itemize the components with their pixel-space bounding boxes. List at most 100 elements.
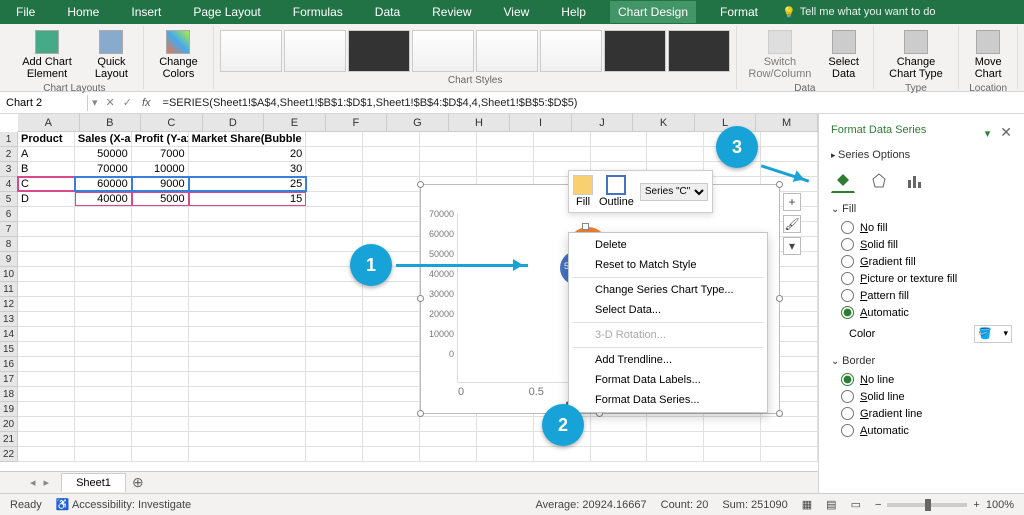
cell[interactable] (477, 162, 534, 176)
border-section[interactable]: Border (831, 355, 1012, 367)
col-header[interactable]: D (203, 114, 265, 131)
cancel-icon[interactable]: ✕ (102, 96, 119, 109)
col-header[interactable]: C (141, 114, 203, 131)
switch-row-column-button[interactable]: Switch Row/Column (743, 28, 817, 82)
tab-data[interactable]: Data (367, 1, 408, 23)
cell[interactable] (189, 252, 307, 266)
row-header[interactable]: 3 (0, 162, 17, 177)
row-header[interactable]: 20 (0, 417, 17, 432)
view-page-layout-icon[interactable]: ▤ (826, 498, 836, 511)
cell[interactable] (306, 282, 363, 296)
cell[interactable] (132, 312, 189, 326)
cell[interactable] (306, 342, 363, 356)
cell[interactable] (132, 402, 189, 416)
series-select[interactable]: Series "C" (640, 183, 708, 201)
cell[interactable] (75, 357, 132, 371)
cell[interactable] (75, 207, 132, 221)
zoom-out-icon[interactable]: − (875, 499, 881, 511)
chart-styles-gallery[interactable] (220, 28, 730, 74)
cell[interactable] (420, 447, 477, 461)
cell[interactable] (18, 372, 75, 386)
select-data-button[interactable]: Select Data (821, 28, 867, 82)
cell[interactable] (704, 417, 761, 431)
zoom-slider[interactable] (887, 503, 967, 507)
tab-formulas[interactable]: Formulas (285, 1, 351, 23)
outline-button[interactable]: Outline (599, 175, 634, 208)
cell[interactable] (132, 432, 189, 446)
row-header[interactable]: 21 (0, 432, 17, 447)
cell[interactable] (132, 252, 189, 266)
row-header[interactable]: 22 (0, 447, 17, 462)
cell[interactable] (363, 297, 420, 311)
cell[interactable]: B (18, 162, 75, 176)
row-header[interactable]: 13 (0, 312, 17, 327)
cell[interactable] (306, 387, 363, 401)
cell[interactable] (477, 147, 534, 161)
cell[interactable] (18, 297, 75, 311)
cell[interactable]: 20 (189, 147, 307, 161)
row-header[interactable]: 8 (0, 237, 17, 252)
col-header[interactable]: A (18, 114, 80, 131)
cell[interactable] (306, 372, 363, 386)
cell[interactable] (306, 162, 363, 176)
cell[interactable]: Profit (Y-axis) (132, 132, 189, 146)
cell[interactable] (363, 162, 420, 176)
cell[interactable] (306, 447, 363, 461)
col-header[interactable]: J (572, 114, 634, 131)
row-header[interactable]: 18 (0, 387, 17, 402)
cell[interactable] (363, 312, 420, 326)
col-header[interactable]: F (326, 114, 388, 131)
move-chart-button[interactable]: Move Chart (965, 28, 1011, 82)
border-option[interactable]: No line (831, 371, 1012, 388)
cell[interactable] (18, 342, 75, 356)
cell[interactable] (18, 417, 75, 431)
cell[interactable] (189, 357, 307, 371)
cell[interactable] (477, 132, 534, 146)
cell[interactable] (363, 327, 420, 341)
fill-button[interactable]: Fill (573, 175, 593, 208)
fill-line-icon[interactable] (831, 169, 855, 193)
cell[interactable] (420, 432, 477, 446)
cell[interactable] (189, 222, 307, 236)
cell[interactable] (189, 387, 307, 401)
row-header[interactable]: 12 (0, 297, 17, 312)
context-item[interactable]: Change Series Chart Type... (569, 280, 767, 300)
cell[interactable] (363, 447, 420, 461)
col-header[interactable]: E (264, 114, 326, 131)
cell[interactable] (534, 132, 591, 146)
cell[interactable] (189, 402, 307, 416)
row-header[interactable]: 14 (0, 327, 17, 342)
row-header[interactable]: 17 (0, 372, 17, 387)
cell[interactable] (75, 327, 132, 341)
zoom-level[interactable]: 100% (986, 499, 1014, 511)
cell[interactable] (420, 147, 477, 161)
cell[interactable] (363, 177, 420, 191)
cell[interactable]: A (18, 147, 75, 161)
cell[interactable] (189, 432, 307, 446)
cell[interactable]: 15 (189, 192, 307, 206)
cell[interactable] (18, 357, 75, 371)
cell[interactable] (306, 177, 363, 191)
cell[interactable] (132, 237, 189, 251)
cell[interactable] (420, 162, 477, 176)
cell[interactable] (363, 207, 420, 221)
row-headers[interactable]: 12345678910111213141516171819202122 (0, 132, 18, 462)
cell[interactable] (132, 207, 189, 221)
cell[interactable] (18, 402, 75, 416)
cell[interactable] (306, 132, 363, 146)
cell[interactable] (189, 297, 307, 311)
context-item[interactable]: Reset to Match Style (569, 255, 767, 275)
cell[interactable] (189, 312, 307, 326)
cell[interactable] (363, 192, 420, 206)
cell[interactable] (420, 132, 477, 146)
cell[interactable] (363, 432, 420, 446)
cell[interactable] (75, 387, 132, 401)
cell[interactable]: 25 (189, 177, 307, 191)
worksheet[interactable]: ABCDEFGHIJKLM 12345678910111213141516171… (0, 114, 818, 493)
effects-icon[interactable] (867, 169, 891, 193)
cell[interactable] (761, 132, 818, 146)
cell[interactable] (591, 132, 648, 146)
cell[interactable] (591, 417, 648, 431)
cell[interactable] (306, 357, 363, 371)
cell[interactable] (306, 207, 363, 221)
